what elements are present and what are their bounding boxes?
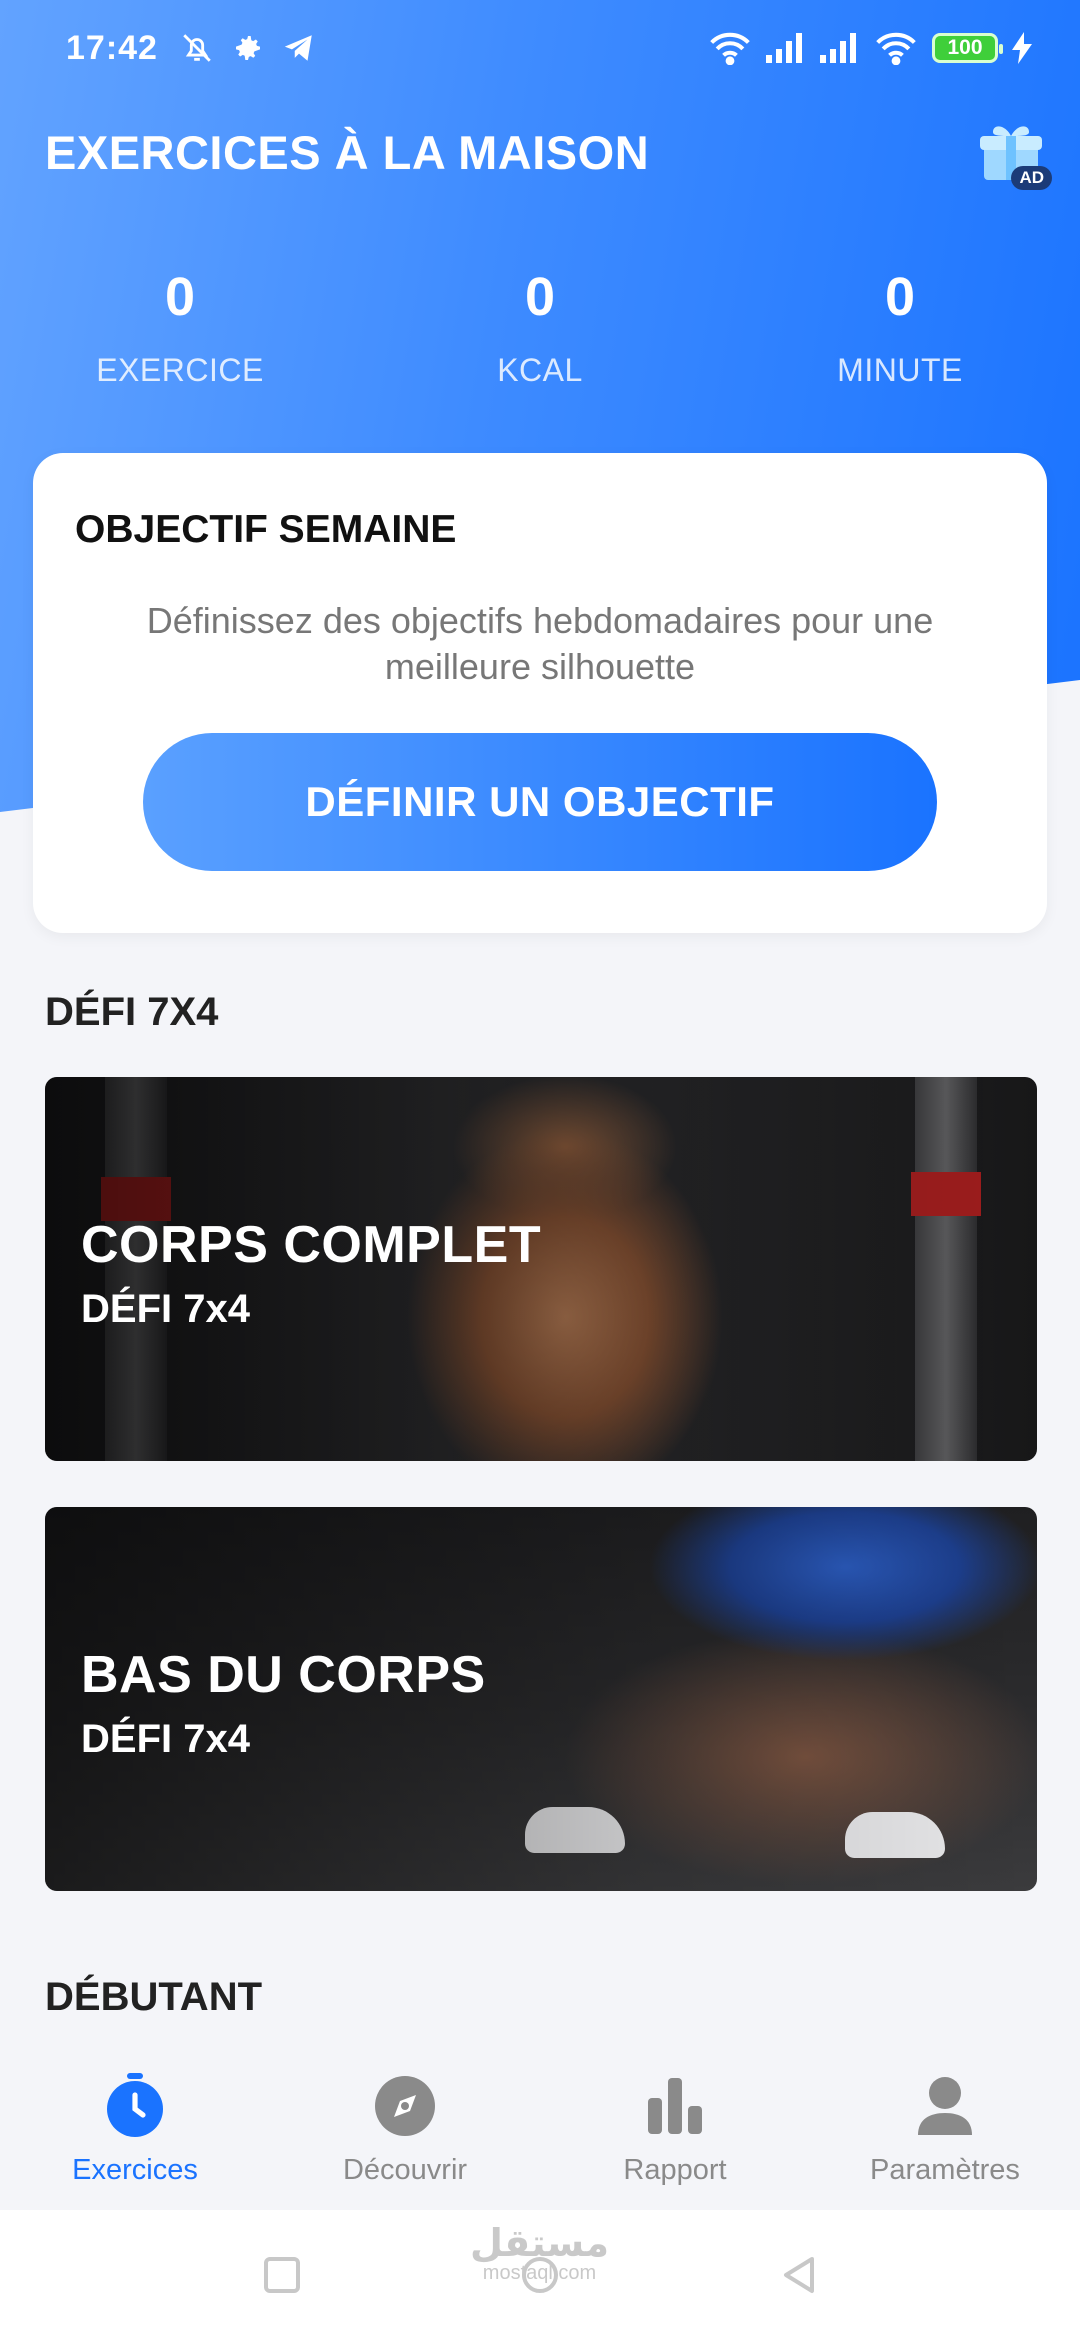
- watermark-logo: مستقل mostaql.com: [470, 2225, 609, 2283]
- bar-chart-icon: [648, 2078, 702, 2134]
- stat-exercise: 0 EXERCICE: [0, 270, 360, 389]
- card-subtitle: DÉFI 7x4: [81, 1287, 250, 1331]
- stats-row: 0 EXERCICE 0 KCAL 0 MINUTE: [0, 270, 1080, 389]
- status-bar: 17:42 100: [0, 0, 1080, 96]
- goal-description: Définissez des objectifs hebdomadaires p…: [146, 600, 934, 687]
- stat-minute: 0 MINUTE: [720, 270, 1080, 389]
- bell-muted-icon: [183, 34, 211, 62]
- battery-level: 100: [947, 36, 983, 59]
- watermark-text: مستقل: [470, 2223, 609, 2265]
- wifi-icon: [876, 32, 916, 65]
- page-title: EXERCICES À LA MAISON: [45, 126, 650, 179]
- stat-value: 0: [164, 267, 196, 327]
- charging-icon: [1012, 32, 1032, 64]
- stat-label: EXERCICE: [96, 352, 264, 388]
- battery-indicator: 100: [932, 33, 1003, 63]
- stat-kcal: 0 KCAL: [360, 270, 720, 389]
- signal-icon: [766, 33, 802, 63]
- status-time: 17:42: [66, 28, 158, 67]
- compass-icon: [375, 2076, 435, 2136]
- watermark-subtext: mostaql.com: [482, 2262, 597, 2284]
- bottom-navigation: Exercices Découvrir Rapport Paramètres: [0, 2050, 1080, 2210]
- card-subtitle: DÉFI 7x4: [81, 1717, 250, 1761]
- nav-item-discover[interactable]: Découvrir: [270, 2050, 540, 2210]
- challenge-card-lower-body[interactable]: BAS DU CORPS DÉFI 7x4: [45, 1507, 1037, 1891]
- recents-square-icon[interactable]: [264, 2257, 300, 2293]
- nav-label: Paramètres: [870, 2154, 1020, 2186]
- telegram-icon: [284, 35, 312, 61]
- stat-label: KCAL: [497, 352, 583, 388]
- nav-item-settings[interactable]: Paramètres: [810, 2050, 1080, 2210]
- stopwatch-icon: [107, 2073, 163, 2137]
- section-title-beginner: DÉBUTANT: [45, 1975, 263, 2019]
- signal-icon: [820, 33, 856, 63]
- weekly-goal-card: OBJECTIF SEMAINE Définissez des objectif…: [33, 453, 1047, 933]
- stat-value: 0: [884, 267, 916, 327]
- nav-item-exercises[interactable]: Exercices: [0, 2050, 270, 2210]
- back-triangle-icon[interactable]: [780, 2255, 816, 2295]
- stat-value: 0: [524, 267, 556, 327]
- gear-icon: [235, 36, 260, 60]
- nav-label: Exercices: [72, 2154, 198, 2186]
- gift-ad-button[interactable]: AD: [978, 120, 1052, 190]
- ad-badge: AD: [1011, 166, 1052, 190]
- wifi-icon: [710, 32, 750, 65]
- nav-item-report[interactable]: Rapport: [540, 2050, 810, 2210]
- goal-title: OBJECTIF SEMAINE: [75, 508, 457, 551]
- challenge-card-full-body[interactable]: CORPS COMPLET DÉFI 7x4: [45, 1077, 1037, 1461]
- person-icon: [918, 2077, 972, 2135]
- section-title-challenge: DÉFI 7X4: [45, 990, 219, 1034]
- nav-label: Rapport: [623, 2154, 727, 2186]
- card-title: BAS DU CORPS: [81, 1646, 486, 1704]
- stat-label: MINUTE: [837, 352, 963, 388]
- card-title: CORPS COMPLET: [81, 1216, 542, 1274]
- set-goal-button[interactable]: DÉFINIR UN OBJECTIF: [143, 733, 937, 871]
- nav-label: Découvrir: [342, 2154, 468, 2186]
